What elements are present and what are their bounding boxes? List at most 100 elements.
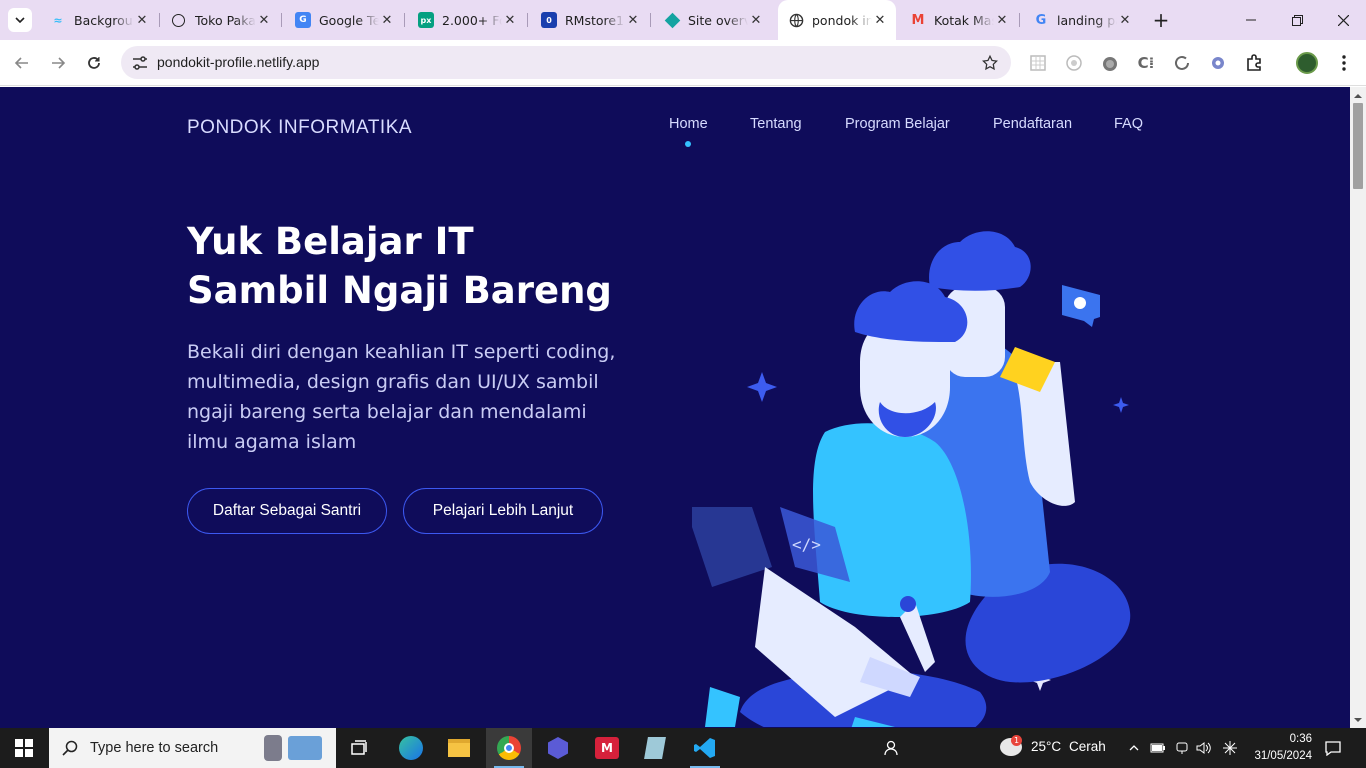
tab-toko-pakaian[interactable]: Toko Pakaian ✕ [162,6,282,34]
extensions-puzzle-icon[interactable] [1243,52,1265,74]
windows-taskbar: Type here to search M 1 25°C Cerah 0:36 … [0,728,1366,768]
tab-site-overview[interactable]: Site overview ✕ [654,6,772,34]
people-icon[interactable] [868,728,914,768]
extension-circle-icon[interactable] [1063,52,1085,74]
notes-taskbar-icon[interactable] [632,728,678,768]
hero-title-line2: Sambil Ngaji Bareng [187,269,612,312]
active-nav-indicator [685,141,691,147]
close-window-button[interactable] [1320,0,1366,40]
windows-logo-icon [15,739,33,757]
browser-toolbar: pondokit-profile.netlify.app C⁞ [0,40,1366,86]
network-icon[interactable] [1171,728,1193,768]
search-placeholder: Type here to search [90,740,219,756]
nav-faq[interactable]: FAQ [1114,116,1143,132]
weather-alert-badge: 1 [1011,735,1022,746]
vector-pen-icon [692,507,772,587]
close-icon [1337,14,1349,26]
weather-widget[interactable]: 1 25°C Cerah [996,728,1112,768]
close-icon[interactable]: ✕ [872,12,888,28]
tab-gmail[interactable]: M Kotak Masuk ✕ [900,6,1020,34]
rmstore-icon: 0 [541,12,557,28]
show-hidden-icons-button[interactable] [1123,728,1145,768]
app-cube-taskbar-icon[interactable] [535,728,581,768]
start-button[interactable] [1,728,47,768]
tab-search-button[interactable] [8,8,32,32]
sparkle-icon [747,372,777,402]
minimize-button[interactable] [1228,0,1274,40]
system-clock[interactable]: 0:36 31/05/2024 [1234,731,1312,765]
battery-icon[interactable] [1147,728,1169,768]
profile-avatar[interactable] [1296,52,1318,74]
url-text[interactable]: pondokit-profile.netlify.app [157,54,319,70]
browser-menu-icon[interactable] [1333,52,1355,74]
clock-date: 31/05/2024 [1254,750,1312,762]
tab-pondok-informatika[interactable]: pondok informatika ✕ [778,0,896,40]
file-explorer-taskbar-icon[interactable] [436,728,482,768]
address-bar[interactable]: pondokit-profile.netlify.app [121,46,1011,79]
hero-title: Yuk Belajar IT Sambil Ngaji Bareng [187,217,612,315]
netlify-icon [664,12,680,28]
close-icon[interactable]: ✕ [134,12,150,28]
code-icon: </> [792,535,821,554]
reload-button[interactable] [80,49,108,77]
chrome-taskbar-icon[interactable] [486,728,532,768]
nav-pendaftaran[interactable]: Pendaftaran [993,116,1072,132]
sparkle-icon [1113,397,1129,413]
extension-cb-icon[interactable]: C⁞ [1135,52,1157,74]
pelajari-lebih-lanjut-button[interactable]: Pelajari Lebih Lanjut [403,488,603,534]
restore-button[interactable] [1274,0,1320,40]
daftar-santri-button[interactable]: Daftar Sebagai Santri [187,488,387,534]
chatgpt-icon [172,13,185,27]
clock-time: 0:36 [1289,733,1312,745]
scroll-up-icon[interactable] [1350,88,1366,102]
weather-condition: Cerah [1069,739,1106,754]
edge-taskbar-icon[interactable] [388,728,434,768]
volume-icon[interactable] [1193,728,1215,768]
close-icon[interactable]: ✕ [625,12,641,28]
scrollbar-thumb[interactable] [1353,103,1363,189]
bookmark-star-icon[interactable] [979,52,1001,74]
gmail-icon: M [911,12,925,28]
close-icon[interactable]: ✕ [379,12,395,28]
site-settings-icon[interactable] [129,52,151,74]
search-highlight-icon [264,734,328,762]
chevron-down-icon [15,17,25,23]
site-brand[interactable]: PONDOK INFORMATIKA [187,117,412,139]
extension-refresh-icon[interactable] [1171,52,1193,74]
notification-center-button[interactable] [1310,728,1356,768]
minimize-icon [1246,19,1256,21]
hero-illustration: </> [692,231,1131,727]
arrow-left-icon [14,57,28,69]
tab-landing-page[interactable]: G landing page ✕ [1023,6,1141,34]
task-view-icon [351,740,367,755]
close-icon[interactable]: ✕ [1117,12,1133,28]
task-view-button[interactable] [337,728,383,768]
tab-google-translate[interactable]: G Google Terjemahan ✕ [285,6,405,34]
nav-program-belajar[interactable]: Program Belajar [845,116,950,132]
google-translate-icon: G [295,12,311,28]
page-scrollbar[interactable] [1350,87,1366,728]
close-icon[interactable]: ✕ [502,12,518,28]
arrow-right-icon [52,57,66,69]
close-icon[interactable]: ✕ [256,12,272,28]
vscode-taskbar-icon[interactable] [682,728,728,768]
close-icon[interactable]: ✕ [994,12,1010,28]
extension-gear-icon[interactable] [1207,52,1229,74]
close-icon[interactable]: ✕ [748,12,764,28]
tab-pexels[interactable]: px 2.000+ Foto ✕ [408,6,528,34]
scroll-down-icon[interactable] [1350,713,1366,727]
nav-tentang[interactable]: Tentang [750,116,802,132]
back-button[interactable] [8,49,36,77]
taskbar-search-box[interactable]: Type here to search [49,728,336,768]
tab-rmstore[interactable]: 0 RMstore1 ✕ [531,6,651,34]
google-icon: G [1035,12,1047,28]
extension-tomato-icon[interactable] [1099,52,1121,74]
tab-background[interactable]: ≈ Background ✕ [40,6,160,34]
mendeley-taskbar-icon[interactable]: M [584,728,630,768]
forward-button[interactable] [44,49,72,77]
notification-icon [1325,741,1341,756]
tailwind-icon: ≈ [53,13,63,27]
nav-home[interactable]: Home [669,116,708,132]
extension-grid-icon[interactable] [1027,52,1049,74]
new-tab-button[interactable]: + [1150,8,1172,32]
